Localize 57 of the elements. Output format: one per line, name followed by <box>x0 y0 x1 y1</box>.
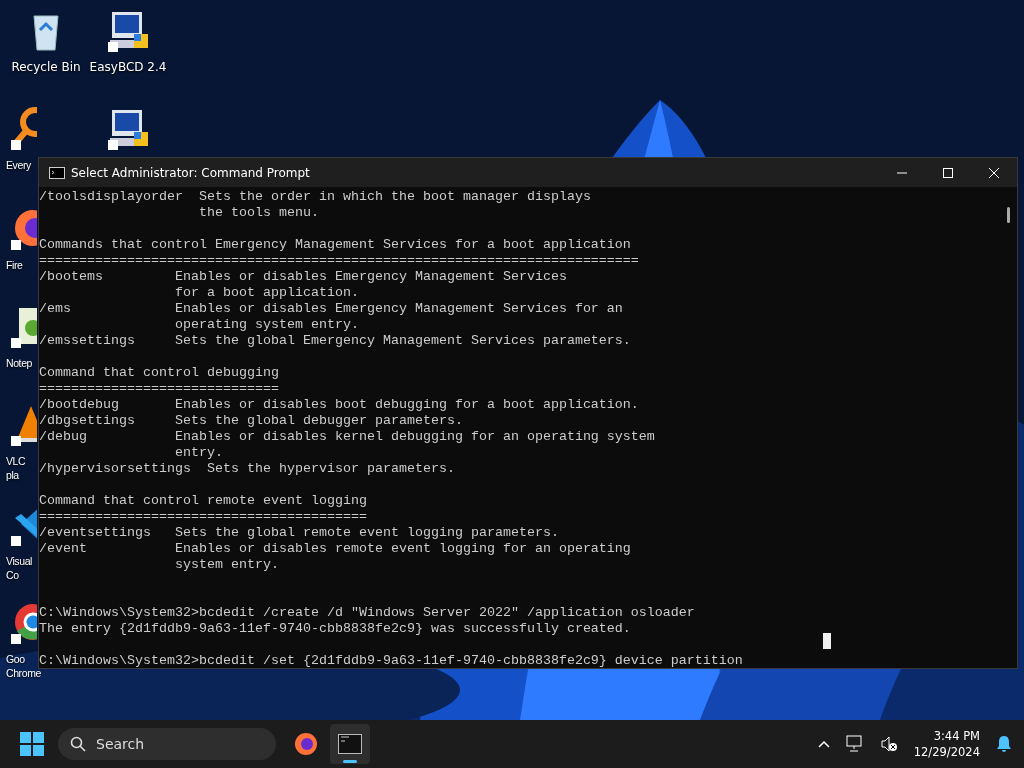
shortcut-label: Every <box>5 158 31 172</box>
search-field[interactable]: Search <box>58 728 276 760</box>
console-line: /event Enables or disables remote event logging for an operating <box>39 541 631 557</box>
shortcut-label: Co <box>5 568 19 582</box>
network-icon[interactable] <box>845 735 864 753</box>
shortcut-label: Goo <box>5 652 25 666</box>
shortcut-label: pla <box>5 468 19 482</box>
console-line: /bootems Enables or disables Emergency Management Services <box>39 269 567 285</box>
console-line: the tools menu. <box>197 205 319 221</box>
console-line: ============================== <box>39 381 279 397</box>
clock-date[interactable]: 12/29/2024 <box>913 744 980 760</box>
clock-time[interactable]: 3:44 PM <box>933 728 980 744</box>
console-line: /debug Enables or disables kernel debugging for an operating system <box>39 429 655 445</box>
firefox-icon <box>294 732 318 756</box>
console-line: C:\Windows\System32>bcdedit /set {2d1fddb9-9a63-11ef-9740-cbb8838fe2c9} device partition <box>39 653 743 668</box>
shortcut-label: Recycle Bin <box>11 60 81 74</box>
desktop-shortcut[interactable]: VLC pla <box>3 400 37 482</box>
console-line: /hypervisorsettings Sets the hypervisor parameters. <box>39 461 455 477</box>
shortcut-label: Notep <box>5 356 33 370</box>
desktop-shortcut[interactable]: EasyBCD 2.4 <box>90 6 166 74</box>
console-line: for a boot application. <box>173 285 359 301</box>
bell-icon[interactable] <box>996 735 1012 753</box>
desktop-shortcut[interactable]: Every <box>3 104 37 172</box>
console-line: /dbgsettings Sets the global debugger parameters. <box>39 413 463 429</box>
console-line: /bootdebug Enables or disables boot debugging for a boot application. <box>39 397 639 413</box>
shortcut-label: Fire <box>5 258 23 272</box>
shortcut-label: VLC <box>5 454 26 468</box>
console-line: /eventsettings Sets the global remote event logging parameters. <box>39 525 559 541</box>
console-line: C:\Windows\System32>bcdedit /create /d "Windows Server 2022" /application osloader <box>39 605 695 621</box>
desktop-shortcut[interactable]: Recycle Bin <box>8 6 84 74</box>
muted-speaker-icon[interactable] <box>879 735 898 753</box>
console-line: The entry {2d1fddb9-9a63-11ef-9740-cbb8838fe2c9} was successfully created. <box>39 621 631 637</box>
search-icon <box>70 736 86 752</box>
taskbar-app-button[interactable] <box>330 724 370 764</box>
console-line: /toolsdisplayorder Sets the order in which the boot manager displays <box>39 189 591 205</box>
maximize-icon <box>943 167 953 178</box>
text-cursor <box>823 633 831 649</box>
start-icon[interactable] <box>20 732 44 756</box>
console-line: Command that control debugging <box>39 365 279 381</box>
shortcut-label: EasyBCD 2.4 <box>89 60 167 74</box>
shortcut-label: Visual <box>5 554 32 568</box>
shortcut-label: Chrome <box>5 667 41 680</box>
console-line: /emssettings Sets the global Emergency Management Services parameters. <box>39 333 631 349</box>
scrollbar-thumb[interactable] <box>1007 207 1010 223</box>
console-line: ========================================= <box>39 509 367 525</box>
console-line: Command that control remote event logging <box>39 493 367 509</box>
console-line: Commands that control Emergency Management Services for a boot application <box>39 237 631 253</box>
terminal-icon <box>338 734 362 754</box>
console-line: /ems Enables or disables Emergency Management Services for an <box>39 301 623 317</box>
chevron-up-icon[interactable] <box>817 740 830 748</box>
console-line: system entry. <box>173 557 279 573</box>
close-icon <box>989 167 999 178</box>
window-title: Select Administrator: Command Prompt <box>71 165 310 180</box>
console-line: operating system entry. <box>173 317 359 333</box>
console-line: =========================================================================== <box>39 253 639 269</box>
terminal-icon <box>49 166 65 179</box>
console-line: entry. <box>173 445 223 461</box>
